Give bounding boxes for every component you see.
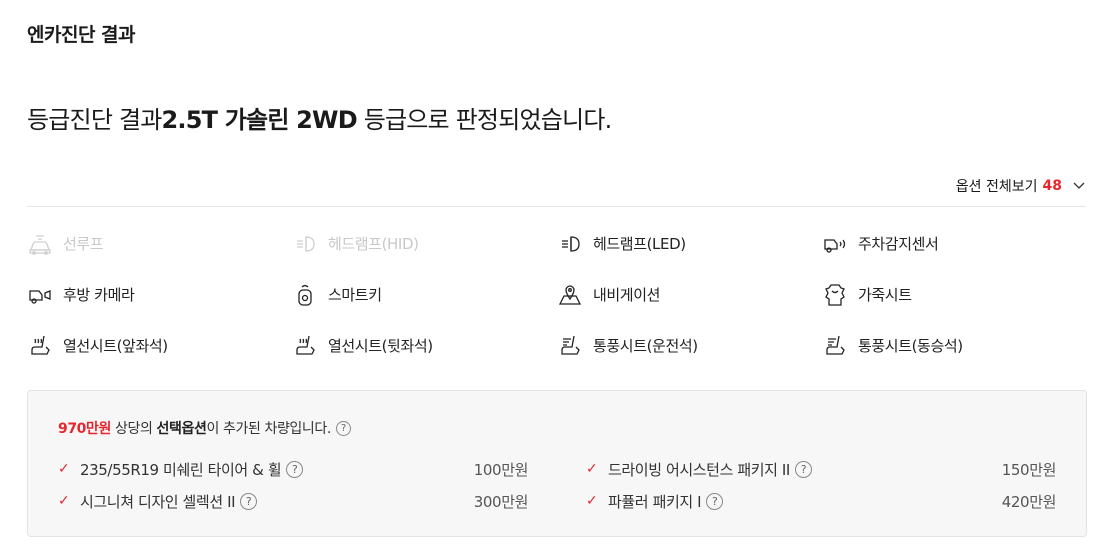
summary-text-end: 이 추가된 차량입니다. <box>206 421 331 437</box>
option-label: 주차감지센서 <box>858 235 939 253</box>
option-label: 헤드램프(LED) <box>593 235 686 253</box>
package-name: 파퓰러 패키지 I <box>608 492 702 511</box>
option-item: 후방 카메라 <box>27 269 292 320</box>
option-item: 내비게이션 <box>557 269 822 320</box>
parking-sensor-icon <box>822 231 848 257</box>
option-label: 헤드램프(HID) <box>328 235 419 253</box>
option-label: 선루프 <box>63 235 104 253</box>
option-item: 헤드램프(LED) <box>557 218 822 269</box>
option-item: 통풍시트(동승석) <box>822 320 1087 371</box>
check-icon: ✓ <box>58 493 70 509</box>
headlamp-icon <box>292 231 318 257</box>
options-grid: 선루프 헤드램프(HID) 헤드램프(LED) 주차감지센서 후방 카메라 스마… <box>27 218 1087 371</box>
package-item: ✓ 파퓰러 패키지 I? 420만원 <box>586 485 1056 517</box>
package-name: 235/55R19 미쉐린 타이어 & 휠 <box>80 460 282 479</box>
option-item: 열선시트(뒷좌석) <box>292 320 557 371</box>
option-label: 스마트키 <box>328 286 382 304</box>
option-label: 가죽시트 <box>858 286 912 304</box>
help-icon[interactable]: ? <box>794 460 812 478</box>
option-label: 내비게이션 <box>593 286 661 304</box>
view-all-options-button[interactable]: 옵션 전체보기 48 <box>956 176 1086 196</box>
smart-key-icon <box>292 282 318 308</box>
package-list: ✓ 235/55R19 미쉐린 타이어 & 휠? 100만원 ✓ 드라이빙 어시… <box>58 453 1058 517</box>
option-item: 가죽시트 <box>822 269 1087 320</box>
package-price: 150만원 <box>1001 460 1057 479</box>
divider <box>27 206 1086 207</box>
package-price: 300만원 <box>473 492 529 511</box>
ventilated-seat-icon <box>822 333 848 359</box>
package-name: 시그니쳐 디자인 셀렉션 II <box>80 492 236 511</box>
check-icon: ✓ <box>58 461 70 477</box>
section-title: 엔카진단 결과 <box>27 24 136 46</box>
view-all-options-label: 옵션 전체보기 <box>955 179 1038 195</box>
headline-prefix: 등급진단 결과 <box>27 106 162 134</box>
selected-options-panel: 970만원 상당의 선택옵션 이 추가된 차량입니다. ? ✓ 235/55R19… <box>27 390 1087 537</box>
help-icon[interactable]: ? <box>706 492 724 510</box>
diagnosis-headline: 등급진단 결과2.5T 가솔린 2WD 등급으로 판정되었습니다. <box>27 100 613 135</box>
option-item: 스마트키 <box>292 269 557 320</box>
ventilated-seat-icon <box>557 333 583 359</box>
heated-seat-icon <box>292 333 318 359</box>
package-item: ✓ 시그니쳐 디자인 셀렉션 II? 300만원 <box>58 485 528 517</box>
headline-grade: 2.5T 가솔린 2WD <box>161 106 358 134</box>
option-item: 열선시트(앞좌석) <box>27 320 292 371</box>
summary-text-strong: 선택옵션 <box>156 421 207 437</box>
package-item: ✓ 드라이빙 어시스턴스 패키지 II? 150만원 <box>586 453 1056 485</box>
option-item: 주차감지센서 <box>822 218 1087 269</box>
help-icon[interactable]: ? <box>240 492 258 510</box>
help-icon[interactable]: ? <box>335 420 351 436</box>
check-icon: ✓ <box>586 493 598 509</box>
package-name: 드라이빙 어시스턴스 패키지 II <box>608 460 790 479</box>
package-price: 100만원 <box>473 460 529 479</box>
heated-seat-icon <box>27 333 53 359</box>
option-label: 통풍시트(운전석) <box>593 337 698 355</box>
option-label: 열선시트(뒷좌석) <box>328 337 433 355</box>
package-item: ✓ 235/55R19 미쉐린 타이어 & 휠? 100만원 <box>58 453 528 485</box>
check-icon: ✓ <box>586 461 598 477</box>
help-icon[interactable]: ? <box>286 460 304 478</box>
option-label: 열선시트(앞좌석) <box>63 337 168 355</box>
summary-text-mid: 상당의 <box>110 421 157 437</box>
option-item: 선루프 <box>27 218 292 269</box>
option-label: 통풍시트(동승석) <box>858 337 963 355</box>
option-item: 통풍시트(운전석) <box>557 320 822 371</box>
sunroof-icon <box>27 231 53 257</box>
leather-seat-icon <box>822 282 848 308</box>
rear-camera-icon <box>27 282 53 308</box>
package-price: 420만원 <box>1001 492 1057 511</box>
option-label: 후방 카메라 <box>63 286 135 304</box>
chevron-down-icon <box>1072 179 1086 193</box>
added-options-price: 970만원 <box>58 421 111 437</box>
headline-suffix: 등급으로 판정되었습니다. <box>363 106 613 134</box>
options-count: 48 <box>1042 178 1062 194</box>
option-item: 헤드램프(HID) <box>292 218 557 269</box>
navigation-icon <box>557 282 583 308</box>
selected-options-summary: 970만원 상당의 선택옵션 이 추가된 차량입니다. ? <box>58 418 351 438</box>
headlamp-icon <box>557 231 583 257</box>
